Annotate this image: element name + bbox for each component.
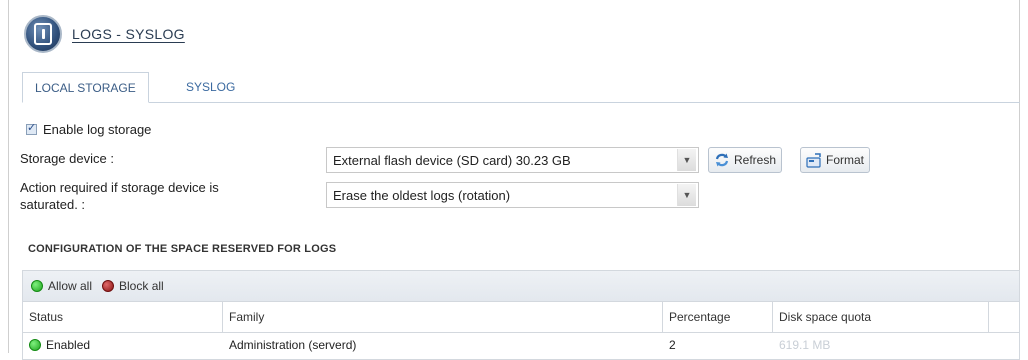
action-required-label-line2: saturated. : bbox=[20, 197, 86, 212]
enabled-status-icon bbox=[29, 339, 41, 351]
enable-log-storage-checkbox[interactable] bbox=[26, 121, 37, 135]
section-title: CONFIGURATION OF THE SPACE RESERVED FOR … bbox=[28, 243, 337, 255]
column-header-percentage[interactable]: Percentage bbox=[663, 302, 773, 332]
storage-device-row: Storage device : bbox=[20, 151, 114, 166]
block-all-button[interactable]: Block all bbox=[102, 279, 164, 293]
tab-bar: LOCAL STORAGE SYSLOG bbox=[22, 72, 1020, 103]
chevron-down-icon: ▼ bbox=[677, 149, 696, 171]
enable-log-storage-label: Enable log storage bbox=[43, 122, 152, 137]
column-header-disk-space-quota[interactable]: Disk space quota bbox=[773, 302, 989, 332]
tab-syslog[interactable]: SYSLOG bbox=[174, 72, 247, 102]
storage-device-label: Storage device : bbox=[20, 151, 114, 166]
storage-device-value: External flash device (SD card) 30.23 GB bbox=[333, 152, 571, 168]
page-header: LOGS - SYSLOG bbox=[24, 14, 185, 54]
table-row[interactable]: Enabled Administration (serverd) 2 619.1… bbox=[23, 333, 1019, 357]
space-config-grid: Allow all Block all Status Family Percen… bbox=[22, 270, 1020, 360]
format-label: Format bbox=[826, 153, 865, 167]
page-title: LOGS - SYSLOG bbox=[72, 26, 185, 42]
green-dot-icon bbox=[31, 280, 43, 292]
refresh-label: Refresh bbox=[734, 153, 777, 167]
action-required-label-line1: Action required if storage device is bbox=[20, 180, 219, 195]
table-header: Status Family Percentage Disk space quot… bbox=[23, 302, 1019, 333]
storage-device-select[interactable]: External flash device (SD card) 30.23 GB… bbox=[326, 147, 699, 173]
column-header-status[interactable]: Status bbox=[23, 302, 223, 332]
refresh-icon bbox=[714, 152, 730, 168]
grid-toolbar: Allow all Block all bbox=[23, 271, 1019, 302]
refresh-button[interactable]: Refresh bbox=[708, 147, 783, 173]
format-button[interactable]: Format bbox=[800, 147, 871, 173]
chevron-down-icon: ▼ bbox=[677, 184, 696, 206]
enable-log-storage-row: Enable log storage bbox=[26, 121, 152, 137]
status-value: Enabled bbox=[46, 338, 91, 352]
family-cell: Administration (serverd) bbox=[229, 338, 357, 352]
block-all-label: Block all bbox=[119, 279, 164, 293]
column-header-family[interactable]: Family bbox=[223, 302, 663, 332]
percentage-cell[interactable]: 2 bbox=[663, 333, 773, 357]
status-cell[interactable]: Enabled bbox=[23, 333, 223, 357]
action-required-value: Erase the oldest logs (rotation) bbox=[333, 187, 511, 203]
action-required-row: Action required if storage device is sat… bbox=[20, 180, 219, 212]
action-required-select[interactable]: Erase the oldest logs (rotation) ▼ bbox=[326, 182, 699, 208]
quota-cell: 619.1 MB bbox=[779, 338, 831, 352]
allow-all-label: Allow all bbox=[48, 279, 93, 293]
format-icon bbox=[806, 152, 822, 168]
allow-all-button[interactable]: Allow all bbox=[31, 279, 92, 293]
red-dot-icon bbox=[102, 280, 115, 292]
column-header-spacer bbox=[989, 302, 1019, 332]
log-module-icon bbox=[24, 15, 62, 53]
tab-local-storage[interactable]: LOCAL STORAGE bbox=[22, 72, 149, 103]
